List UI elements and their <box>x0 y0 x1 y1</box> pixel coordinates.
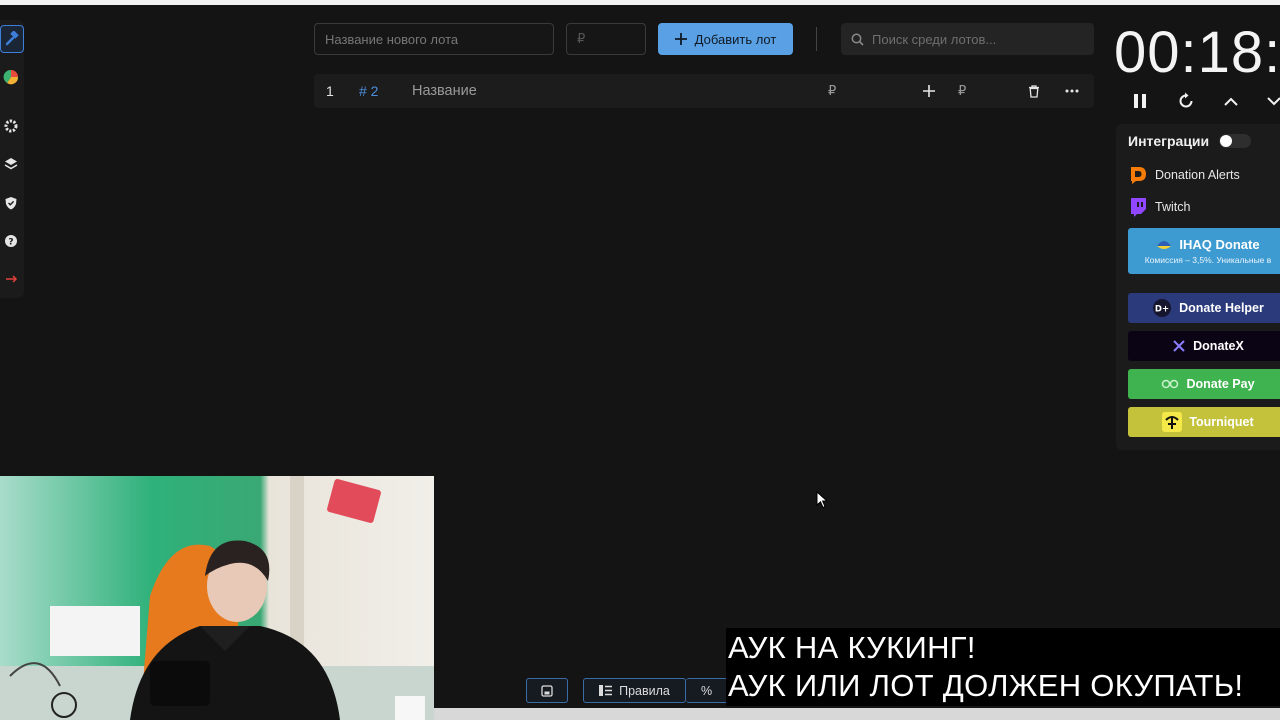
caption-line-2: АУК ИЛИ ЛОТ ДОЛЖЕН ОКУПАТЬ! <box>728 668 1244 703</box>
lot-id[interactable]: # 2 <box>359 74 378 108</box>
donatehelper-icon: D+ <box>1153 299 1172 317</box>
donationalerts-icon <box>1131 167 1146 184</box>
trash-icon <box>1029 84 1039 98</box>
integrations-title: Интеграции <box>1128 133 1210 149</box>
tourniquet-button[interactable]: Tourniquet <box>1128 407 1280 437</box>
percent-button[interactable]: % <box>686 678 728 703</box>
lot-row: 1 # 2 Название ₽ ₽ <box>314 74 1094 108</box>
reset-icon <box>1179 92 1193 108</box>
more-horizontal-icon <box>1065 89 1079 93</box>
ihaq-icon <box>1157 240 1172 249</box>
new-lot-name-placeholder: Название нового лота <box>325 31 459 47</box>
plus-icon <box>674 33 687 45</box>
svg-text:?: ? <box>8 238 13 248</box>
auction-gavel-icon[interactable] <box>0 25 24 53</box>
new-lot-price-placeholder: ₽ <box>577 31 586 46</box>
service-label: Donation Alerts <box>1155 168 1240 182</box>
search-icon <box>851 33 864 46</box>
add-time-button[interactable] <box>1219 89 1243 113</box>
delete-lot-button[interactable] <box>1027 74 1041 108</box>
statistics-pie-icon[interactable] <box>0 64 22 90</box>
lot-add-amount-field[interactable]: ₽ <box>958 74 966 108</box>
pause-icon <box>1134 94 1146 108</box>
integrations-panel: Интеграции Donation Alerts Twitch IHAQ D… <box>1116 124 1280 450</box>
donatepay-icon <box>1162 379 1179 389</box>
add-amount-button[interactable] <box>922 74 936 108</box>
rules-list-icon <box>599 685 613 696</box>
tourniquet-icon <box>1162 412 1183 432</box>
logout-icon[interactable] <box>0 266 22 292</box>
twitch-icon <box>1131 198 1146 217</box>
add-lot-button[interactable]: Добавить лот <box>658 23 793 55</box>
taskbar-strip <box>434 708 1280 720</box>
left-sidebar: ? <box>0 20 24 298</box>
lot-search-input[interactable]: Поиск среди лотов... <box>841 23 1094 55</box>
percent-button-label: % <box>700 683 713 698</box>
service-twitch[interactable]: Twitch <box>1128 195 1190 219</box>
browser-top-strip <box>0 0 1280 5</box>
service-donation-alerts[interactable]: Donation Alerts <box>1128 163 1240 187</box>
subtract-time-button[interactable] <box>1262 89 1280 113</box>
floppy-disk-icon <box>541 684 553 697</box>
save-button[interactable] <box>526 678 568 703</box>
auction-timer: 00:18:0 <box>1114 20 1280 85</box>
lot-name-field[interactable]: Название <box>412 74 477 108</box>
search-placeholder: Поиск среди лотов... <box>872 31 997 47</box>
donate-helper-button[interactable]: D+ Donate Helper <box>1128 293 1280 323</box>
donatex-icon <box>1173 340 1185 352</box>
shield-check-icon[interactable] <box>0 190 22 216</box>
lot-index: 1 <box>326 83 334 99</box>
plus-icon <box>923 85 935 97</box>
lot-amount-field[interactable]: ₽ <box>828 74 836 108</box>
rules-button-label: Правила <box>619 683 670 698</box>
donate-pay-label: Donate Pay <box>1186 377 1255 391</box>
tourniquet-label: Tourniquet <box>1189 415 1254 429</box>
lot-more-button[interactable] <box>1064 74 1080 108</box>
ihaq-subtitle: Комиссия – 3,5%. Уникальные в <box>1144 255 1272 265</box>
new-lot-price-input[interactable]: ₽ <box>566 23 646 55</box>
donatex-button[interactable]: DonateX <box>1128 331 1280 361</box>
toggle-knob <box>1220 135 1232 147</box>
pause-button[interactable] <box>1128 89 1152 113</box>
chevron-up-icon <box>1224 97 1238 106</box>
webcam-overlay <box>0 476 434 720</box>
chevron-down-icon <box>1267 96 1280 105</box>
new-lot-name-input[interactable]: Название нового лота <box>314 23 554 55</box>
donatex-label: DonateX <box>1193 339 1244 353</box>
ihaq-donate-button[interactable]: IHAQ Donate Комиссия – 3,5%. Уникальные … <box>1128 228 1280 274</box>
ihaq-label: IHAQ Donate <box>1179 237 1260 252</box>
toolbar-divider <box>816 27 817 51</box>
caption-line-1: АУК НА КУКИНГ! <box>728 630 976 665</box>
settings-gear-icon[interactable] <box>0 113 22 139</box>
service-label: Twitch <box>1155 200 1191 214</box>
donate-helper-label: Donate Helper <box>1179 301 1264 315</box>
mouse-cursor-icon <box>816 491 828 509</box>
add-lot-button-label: Добавить лот <box>694 31 777 47</box>
help-icon[interactable]: ? <box>0 228 22 254</box>
layers-icon[interactable] <box>0 151 22 177</box>
reset-timer-button[interactable] <box>1174 89 1198 113</box>
stream-caption: АУК НА КУКИНГ! АУК ИЛИ ЛОТ ДОЛЖЕН ОКУПАТ… <box>726 628 1280 706</box>
svg-text:D+: D+ <box>1155 305 1169 315</box>
donate-pay-button[interactable]: Donate Pay <box>1128 369 1280 399</box>
integrations-toggle[interactable] <box>1219 134 1251 148</box>
rules-button[interactable]: Правила <box>583 678 686 703</box>
